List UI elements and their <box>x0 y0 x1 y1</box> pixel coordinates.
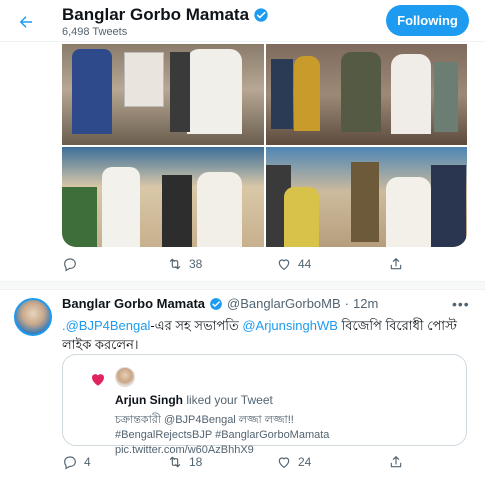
retweet-icon <box>169 456 181 468</box>
share-icon <box>390 258 402 270</box>
profile-header: Banglar Gorbo Mamata 6,498 Tweets Follow… <box>0 0 485 42</box>
author-handle[interactable]: @BanglarGorboMB <box>227 296 341 311</box>
tweet-header: Banglar Gorbo Mamata @BanglarGorboMB · 1… <box>62 296 378 311</box>
reply-icon <box>64 456 76 470</box>
avatar[interactable] <box>14 298 52 336</box>
separator-dot: · <box>344 296 350 311</box>
photo-4[interactable] <box>265 146 467 247</box>
profile-name: Banglar Gorbo Mamata <box>62 5 269 25</box>
like-button[interactable]: 24 <box>276 454 311 470</box>
reply-icon <box>64 258 76 272</box>
share-button[interactable] <box>388 454 404 470</box>
more-icon[interactable]: ••• <box>452 296 470 312</box>
tweet-divider <box>0 281 485 290</box>
like-icon <box>278 457 290 468</box>
mention-arjunsinghwb[interactable]: @ArjunsinghWB <box>242 318 338 333</box>
share-button[interactable] <box>388 256 404 272</box>
retweet-icon <box>169 258 181 270</box>
reply-button[interactable] <box>62 256 84 272</box>
author-name[interactable]: Banglar Gorbo Mamata <box>62 296 205 311</box>
photo-1[interactable] <box>62 44 264 145</box>
following-button[interactable]: Following <box>386 5 469 36</box>
liked-notification: Arjun Singh liked your Tweet <box>115 393 273 407</box>
photo-2[interactable] <box>265 44 467 145</box>
heart-icon <box>92 374 104 386</box>
liker-name[interactable]: Arjun Singh <box>115 393 183 407</box>
photo-3[interactable] <box>62 146 264 247</box>
liker-avatar[interactable] <box>115 367 135 387</box>
embedded-card[interactable]: Arjun Singh liked your Tweet চক্রান্তকার… <box>62 354 467 456</box>
verified-badge-icon <box>210 297 222 310</box>
mention-bjp4bengal[interactable]: .@BJP4Bengal <box>62 318 150 333</box>
retweet-button[interactable]: 38 <box>167 256 202 272</box>
like-button[interactable]: 44 <box>276 256 311 272</box>
back-button[interactable] <box>12 8 40 36</box>
retweet-button[interactable]: 18 <box>167 454 202 470</box>
tweet-count: 6,498 Tweets <box>62 26 128 38</box>
tweet-text: .@BJP4Bengal-এর সহ সভাপতি @ArjunsinghWB … <box>62 318 457 352</box>
tweet-1-actions: 38 44 <box>62 256 422 276</box>
verified-badge-icon <box>254 8 268 22</box>
back-arrow-icon <box>19 16 32 28</box>
share-icon <box>390 456 402 468</box>
reply-button[interactable]: 4 <box>62 454 91 470</box>
tweet-2-actions: 4 18 24 <box>62 454 422 474</box>
timestamp[interactable]: 12m <box>353 296 378 311</box>
like-icon <box>278 259 290 270</box>
quoted-text: চক্রান্তকারী @BJP4Bengal লজ্জা লজ্জা!! #… <box>115 414 330 456</box>
media-grid[interactable] <box>62 44 467 247</box>
